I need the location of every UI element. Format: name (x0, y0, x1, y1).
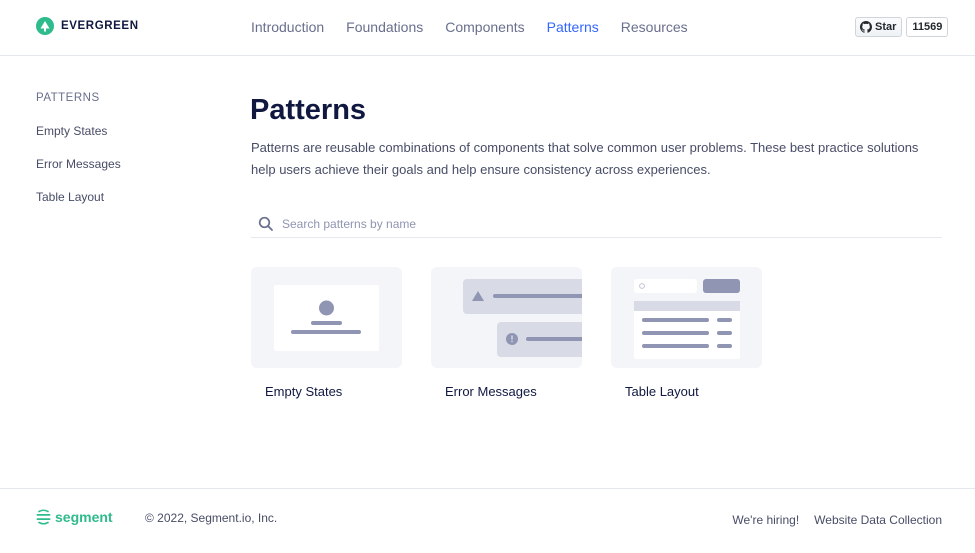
main-nav: Introduction Foundations Components Patt… (251, 19, 710, 35)
card-label: Error Messages (445, 384, 537, 399)
card-table-layout[interactable]: Table Layout (611, 267, 762, 399)
page-title: Patterns (250, 94, 367, 126)
empty-states-illustration-icon (251, 267, 402, 368)
segment-logo-icon (36, 509, 51, 525)
nav-patterns[interactable]: Patterns (547, 19, 599, 35)
evergreen-logo-icon (36, 17, 54, 35)
github-star-label: Star (875, 21, 897, 33)
search-icon (258, 216, 273, 231)
top-header: EVERGREEN Introduction Foundations Compo… (0, 0, 975, 56)
copyright-text: © 2022, Segment.io, Inc. (145, 511, 278, 525)
search-input[interactable] (282, 216, 882, 231)
sidebar: PATTERNS Empty States Error Messages Tab… (36, 92, 121, 223)
sidebar-item-error-messages[interactable]: Error Messages (36, 157, 121, 171)
nav-components[interactable]: Components (445, 19, 524, 35)
footer-links: We're hiring! Website Data Collection (732, 513, 942, 527)
nav-resources[interactable]: Resources (621, 19, 688, 35)
github-star-count[interactable]: 11569 (906, 17, 949, 37)
website-data-collection-link[interactable]: Website Data Collection (814, 513, 942, 527)
card-label: Table Layout (625, 384, 699, 399)
brand-name: EVERGREEN (61, 20, 139, 32)
nav-introduction[interactable]: Introduction (251, 19, 324, 35)
sidebar-item-empty-states[interactable]: Empty States (36, 124, 121, 138)
github-star-button[interactable]: Star (855, 17, 903, 37)
nav-foundations[interactable]: Foundations (346, 19, 423, 35)
card-empty-states[interactable]: Empty States (251, 267, 402, 399)
error-messages-illustration-icon (431, 267, 582, 368)
github-star-widget: Star 11569 (855, 17, 949, 37)
sidebar-heading: PATTERNS (36, 92, 100, 104)
segment-brand-name: segment (55, 509, 113, 525)
github-icon (860, 21, 872, 33)
hiring-link[interactable]: We're hiring! (732, 513, 799, 527)
sidebar-item-table-layout[interactable]: Table Layout (36, 190, 121, 204)
table-layout-illustration-icon (611, 267, 762, 368)
search-bar (251, 210, 942, 238)
brand-link[interactable]: EVERGREEN (36, 17, 139, 35)
card-error-messages[interactable]: Error Messages (431, 267, 582, 399)
card-label: Empty States (265, 384, 343, 399)
footer: segment © 2022, Segment.io, Inc. We're h… (0, 488, 975, 553)
page-description: Patterns are reusable combinations of co… (251, 140, 919, 177)
segment-brand-link[interactable]: segment (36, 509, 113, 525)
